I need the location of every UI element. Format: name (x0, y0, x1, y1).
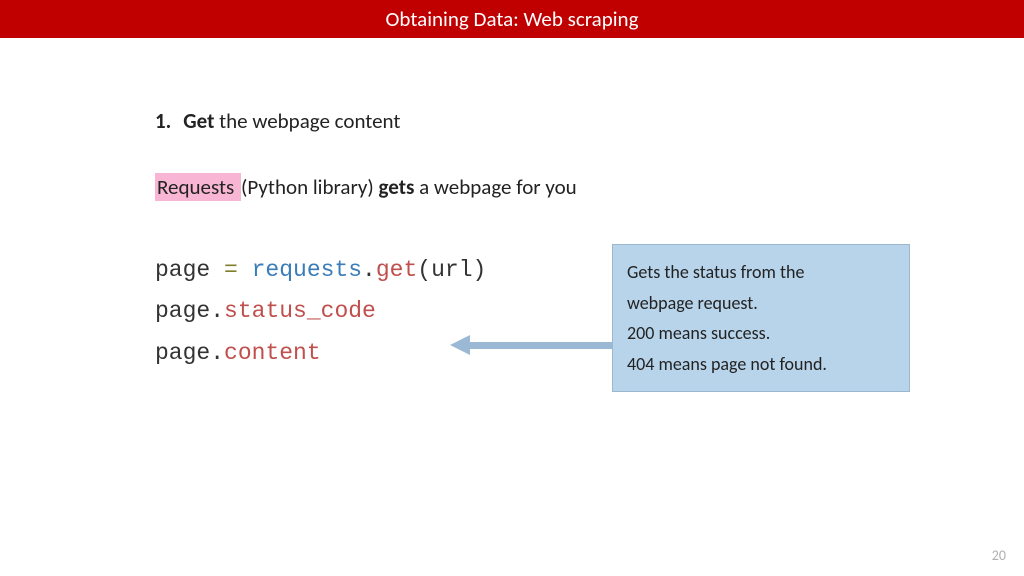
callout-line-4: 404 means page not found. (627, 349, 895, 380)
bullet-rest: the webpage content (214, 108, 400, 134)
slide-header: Obtaining Data: Web scraping (0, 0, 1024, 38)
description-line: Requests (Python library) gets a webpage… (155, 174, 869, 200)
callout-line-1: Gets the status from the (627, 257, 895, 288)
desc-bold: gets (379, 174, 415, 200)
bullet-number: 1. (155, 108, 171, 134)
highlighted-term: Requests (155, 173, 241, 201)
callout-line-3: 200 means success. (627, 318, 895, 349)
page-number: 20 (992, 547, 1006, 564)
slide-title: Obtaining Data: Web scraping (386, 6, 639, 32)
callout-box: Gets the status from the webpage request… (612, 244, 910, 392)
bullet-item: 1. Get the webpage content (155, 108, 869, 134)
bullet-bold: Get (183, 108, 214, 134)
arrow-head (450, 335, 470, 355)
arrow-icon (450, 335, 615, 355)
desc-mid2: a webpage for you (414, 174, 576, 200)
callout-line-2: webpage request. (627, 288, 895, 319)
arrow-shaft (468, 342, 615, 349)
desc-mid1: (Python library) (241, 174, 379, 200)
